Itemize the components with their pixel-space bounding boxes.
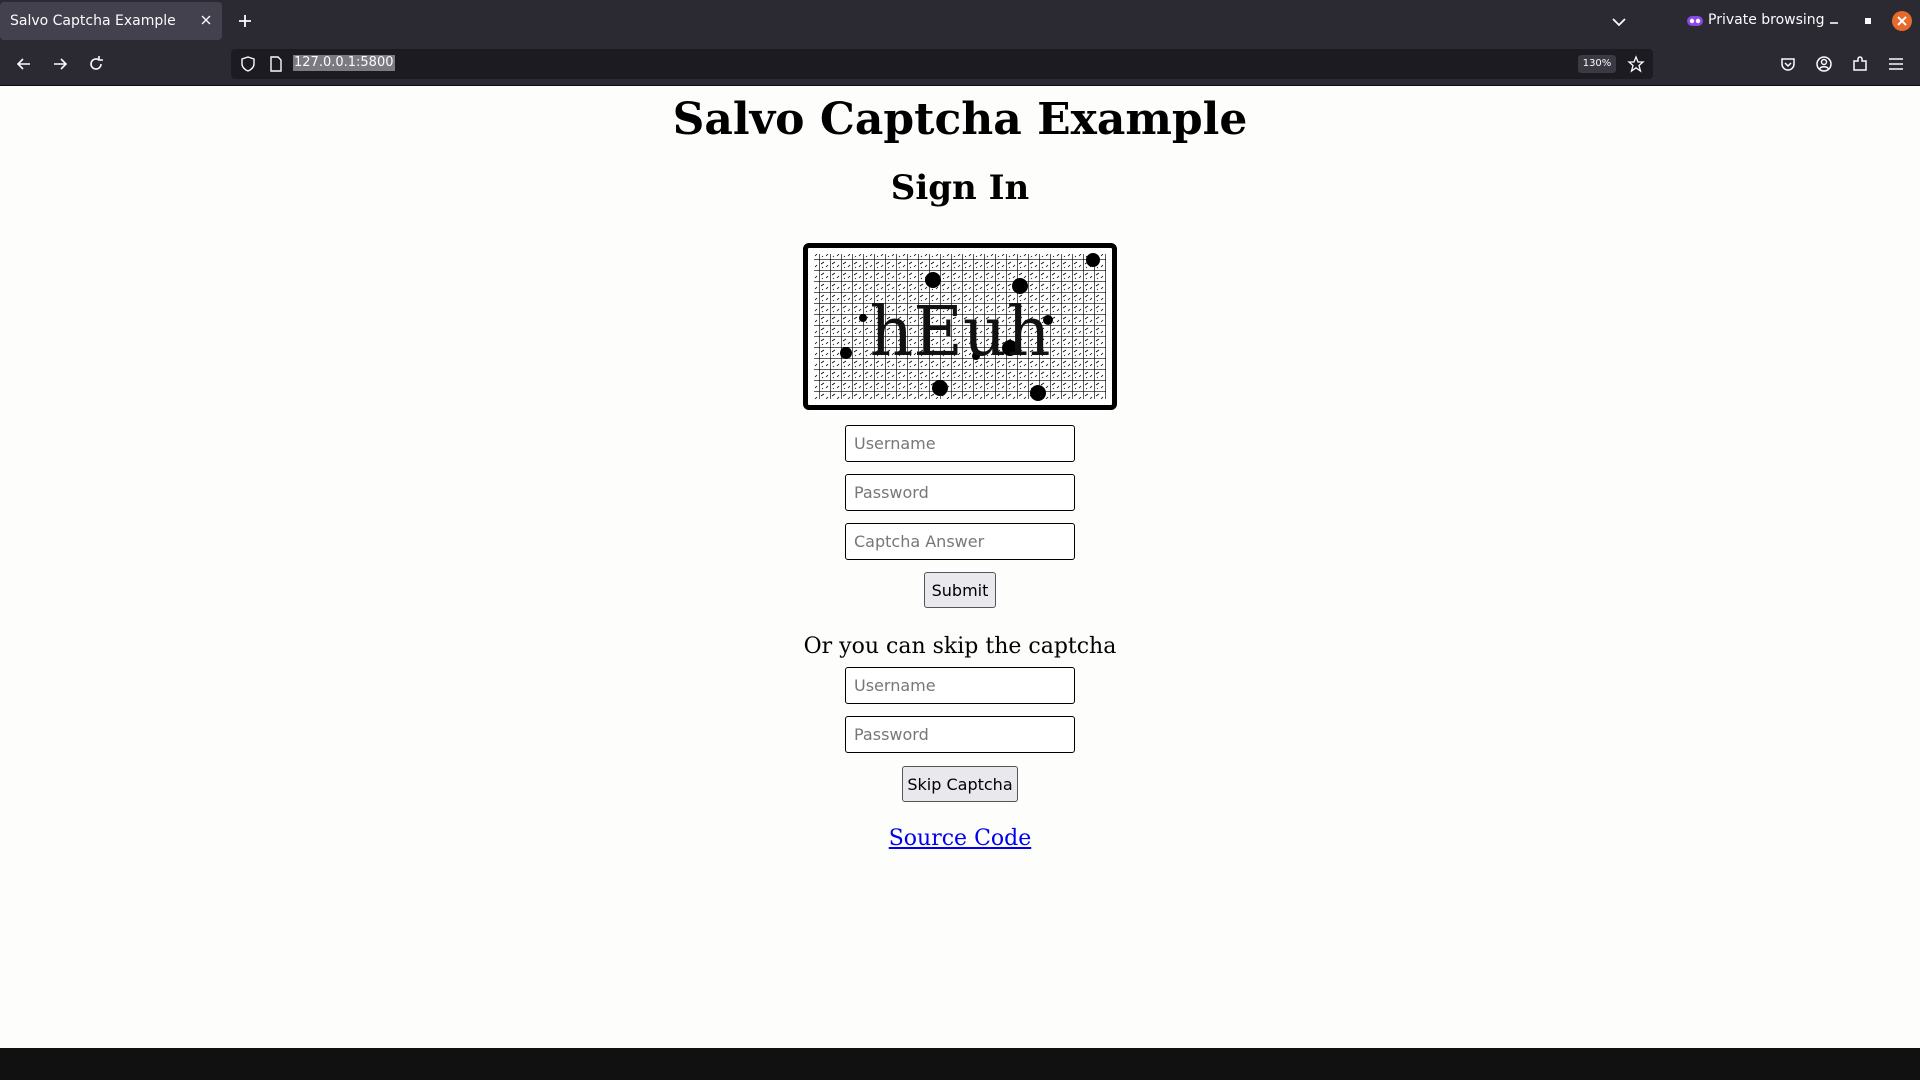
menu-hamburger-icon[interactable] <box>1886 54 1906 74</box>
new-tab-icon[interactable] <box>236 12 254 30</box>
captcha-image: hEuh <box>803 243 1117 410</box>
close-window-icon <box>1897 16 1907 26</box>
pocket-icon[interactable] <box>1778 54 1798 74</box>
page-info-icon[interactable] <box>267 55 285 73</box>
bookmark-star-icon[interactable] <box>1627 55 1645 73</box>
skip-username-input[interactable] <box>845 667 1075 704</box>
page-title: Salvo Captcha Example <box>672 94 1248 145</box>
address-bar[interactable]: 127.0.0.1:5800 130% <box>231 49 1653 79</box>
page-content: Salvo Captcha Example Sign In hEuh Submi… <box>0 86 1920 1048</box>
back-arrow-icon[interactable] <box>14 54 34 74</box>
reload-icon[interactable] <box>86 54 106 74</box>
tab-bar: Salvo Captcha Example Private browsing <box>0 0 1920 44</box>
private-browsing-label: Private browsing <box>1708 12 1825 28</box>
private-mask-icon <box>1687 16 1703 26</box>
bottom-bar <box>0 1048 1920 1080</box>
source-code-container: Source Code <box>0 826 1920 851</box>
chevron-down-icon[interactable] <box>1610 13 1628 31</box>
maximize-icon[interactable] <box>1860 13 1876 29</box>
window-close-button[interactable] <box>1892 11 1912 31</box>
shield-icon[interactable] <box>239 55 257 73</box>
submit-button[interactable]: Submit <box>924 572 996 608</box>
skip-captcha-button[interactable]: Skip Captcha <box>902 766 1018 802</box>
forward-arrow-icon[interactable] <box>50 54 70 74</box>
close-tab-icon[interactable] <box>198 12 214 28</box>
zoom-level-badge[interactable]: 130% <box>1578 55 1616 73</box>
captcha-noise-graphic: hEuh <box>814 253 1106 401</box>
skip-password-input[interactable] <box>845 716 1075 753</box>
account-icon[interactable] <box>1814 54 1834 74</box>
captcha-answer-input[interactable] <box>845 523 1075 560</box>
tab-salvo-captcha[interactable]: Salvo Captcha Example <box>0 2 222 40</box>
captcha-challenge-text: hEuh <box>869 293 1050 372</box>
skip-captcha-text: Or you can skip the captcha <box>803 634 1117 659</box>
minimize-icon[interactable] <box>1826 13 1842 29</box>
captcha-username-input[interactable] <box>845 425 1075 462</box>
captcha-password-input[interactable] <box>845 474 1075 511</box>
source-code-link[interactable]: Source Code <box>889 826 1032 851</box>
extensions-icon[interactable] <box>1850 54 1870 74</box>
url-text[interactable]: 127.0.0.1:5800 <box>293 55 395 71</box>
sign-in-heading: Sign In <box>890 168 1030 208</box>
navigation-toolbar: 127.0.0.1:5800 130% <box>0 44 1920 86</box>
tab-title: Salvo Captcha Example <box>10 13 176 29</box>
